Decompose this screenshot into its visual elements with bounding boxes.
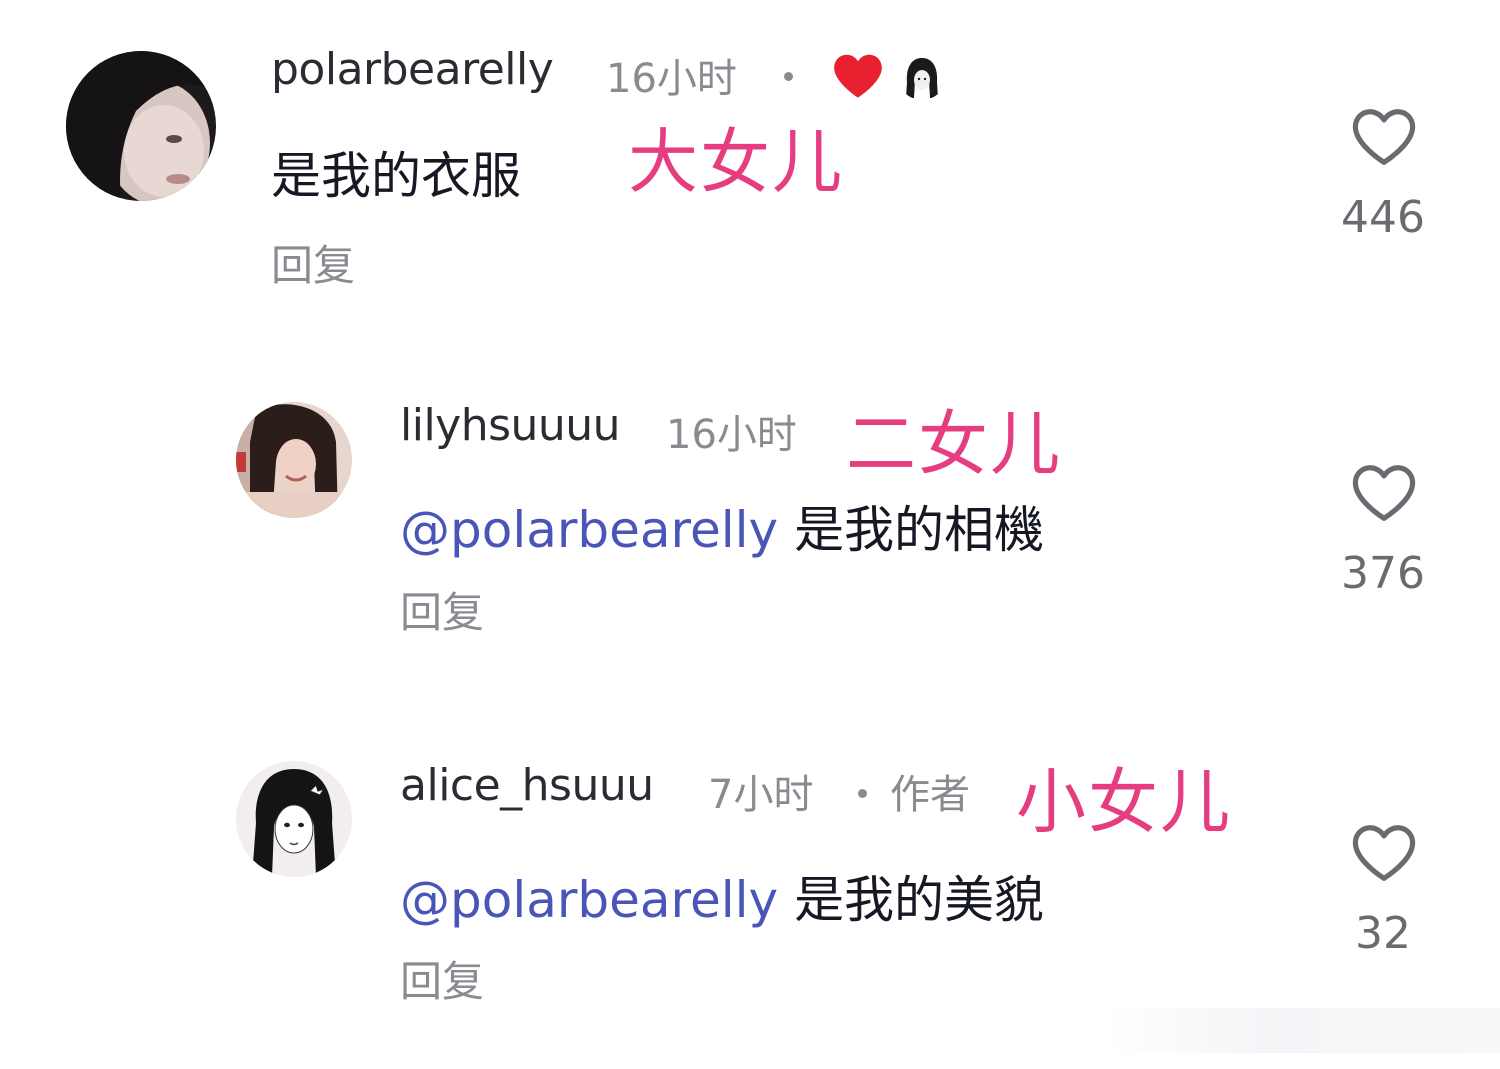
reply-button[interactable]: 回复 [400,948,484,1009]
avatar[interactable] [236,761,352,877]
annotation-label: 二女儿 [846,403,1062,485]
comment-body: 是我的美貌 [794,871,1045,929]
annotation-label: 大女儿 [628,121,844,203]
comment-body: 是我的相機 [794,501,1045,559]
separator-dot [858,789,867,798]
author-avatar [898,52,946,100]
watermark-fade [1110,1008,1500,1053]
heart-outline-icon[interactable] [1351,822,1417,884]
like-count: 32 [1355,908,1411,959]
username[interactable]: polarbearelly [271,44,554,95]
comment-text: 是我的衣服 [271,147,521,205]
timestamp: 16小时 [666,412,797,458]
heart-filled-icon [834,54,882,98]
avatar[interactable] [66,51,216,201]
heart-outline-icon[interactable] [1351,106,1417,168]
timestamp: 7小时 [708,772,814,818]
timestamp: 16小时 [606,56,737,102]
author-tag: 作者 [890,772,970,818]
reply-button[interactable]: 回复 [271,232,355,293]
separator-dot [784,72,793,81]
reply-button[interactable]: 回复 [400,579,484,640]
comment-text: @polarbearelly 是我的美貌 [400,860,1044,932]
comment-list: polarbearelly 16小时 大女儿 是我的衣服 回复 446 lily… [0,0,1500,1069]
username[interactable]: lilyhsuuuu [400,400,621,451]
like-count: 446 [1341,192,1425,243]
comment-text: @polarbearelly 是我的相機 [400,490,1044,562]
annotation-label: 小女儿 [1016,761,1232,843]
like-count: 376 [1341,548,1425,599]
username[interactable]: alice_hsuuu [400,760,654,811]
heart-outline-icon[interactable] [1351,462,1417,524]
mention-link[interactable]: @polarbearelly [400,501,778,559]
avatar[interactable] [236,402,352,518]
mention-link[interactable]: @polarbearelly [400,871,778,929]
